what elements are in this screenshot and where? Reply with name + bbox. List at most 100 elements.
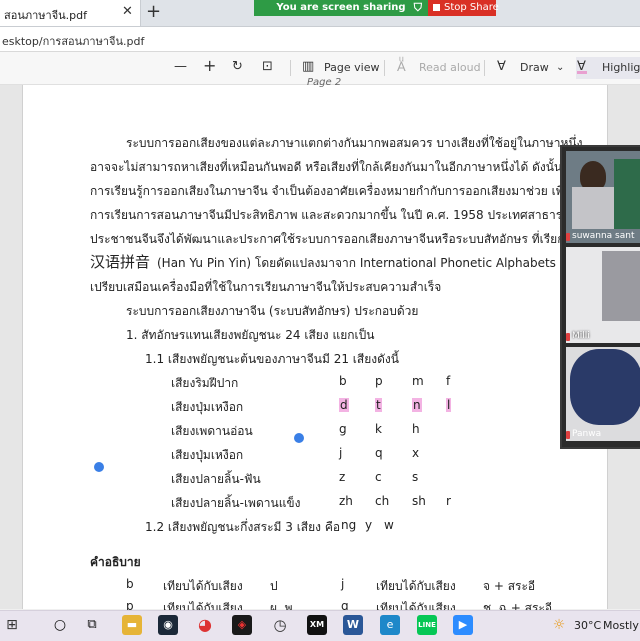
task-view-icon[interactable]: ⧉: [82, 615, 102, 635]
participant-name: suwanna sant: [572, 231, 635, 241]
video-participants-panel[interactable]: suwanna sant Milli Panwa: [560, 145, 640, 449]
consonant-letter: c: [375, 470, 382, 484]
semivowel-letter: ng: [341, 518, 357, 532]
pointer-dot: [94, 462, 104, 472]
weather-description[interactable]: Mostly c: [603, 619, 640, 632]
read-aloud-icon: Aͧ: [397, 60, 406, 75]
close-icon[interactable]: ✕: [122, 4, 133, 19]
rotate-icon[interactable]: ↻: [232, 59, 243, 74]
search-icon[interactable]: ○: [50, 615, 70, 635]
toolbar-divider: [384, 60, 385, 76]
consonant-letter: x: [412, 446, 420, 460]
paragraph-line: ระบบการออกเสียงภาษาจีน (ระบบสัทอักษร) ปร…: [126, 304, 419, 318]
steam-icon[interactable]: ◉: [158, 615, 178, 635]
fit-page-icon[interactable]: ⊡: [262, 59, 273, 74]
person-head: [570, 349, 640, 425]
person-body: [572, 187, 616, 229]
toolbar-divider: [484, 60, 485, 76]
xm-app-icon[interactable]: XM: [307, 615, 327, 635]
consonant-letter: m: [412, 374, 424, 388]
consonant-row-label: เสียงปลายลิ้น-เพดานแข็ง: [171, 496, 301, 510]
read-aloud-button[interactable]: Read aloud: [419, 61, 481, 74]
address-text[interactable]: esktop/การสอนภาษาจีน.pdf: [2, 32, 144, 50]
explanation-cell: b: [126, 577, 134, 591]
consonant-letter: z: [339, 470, 346, 484]
consonant-row-label: เสียงปุ่มเหงือก: [171, 448, 244, 462]
consonant-letter: h: [412, 422, 420, 436]
background-shelf: [614, 159, 640, 229]
page-view-icon: ▥: [302, 59, 315, 74]
windows-start-icon[interactable]: ⊞: [2, 615, 22, 635]
hanyu-pinyin-chinese: 汉语拼音: [90, 253, 151, 271]
background-object: [602, 251, 640, 321]
edge-icon[interactable]: e: [380, 615, 400, 635]
consonant-row-label: เสียงเพดานอ่อน: [171, 424, 253, 438]
mic-muted-icon: [566, 233, 570, 241]
chevron-down-icon[interactable]: ⌄: [556, 62, 564, 73]
paragraph-line: (Han Yu Pin Yin) โดยดัดแปลงมาจาก Interna…: [157, 256, 574, 270]
highlighted-consonant-letter: l: [446, 398, 452, 412]
browser-tab[interactable]: สอนภาษาจีน.pdf ✕: [0, 0, 141, 26]
consonant-row-label: เสียงปลายลิ้น-ฟัน: [171, 472, 261, 486]
list-item: 1.2 เสียงพยัญชนะกึ่งสระมี 3 เสียง คือ: [145, 520, 341, 534]
paragraph-line: การเรียนการสอนภาษาจีนมีประสิทธิภาพ และสะ…: [90, 208, 587, 222]
weather-icon: ☼: [549, 615, 569, 635]
highlighted-consonant-letter: d: [339, 398, 349, 412]
consonant-letter: p: [375, 374, 383, 388]
file-explorer-icon[interactable]: ▬: [122, 615, 142, 635]
consonant-letter: f: [446, 374, 451, 388]
consonant-letter: q: [375, 446, 383, 460]
game-app-icon[interactable]: ◈: [232, 615, 252, 635]
address-bar[interactable]: esktop/การสอนภาษาจีน.pdf: [0, 27, 640, 52]
draw-button[interactable]: Draw: [520, 61, 549, 74]
pdf-page: Page 2 ระบบการออกเสียงของแต่ละภาษาแตกต่า…: [22, 77, 608, 615]
tab-title: สอนภาษาจีน.pdf: [4, 9, 87, 22]
clock-app-icon[interactable]: ◷: [270, 615, 290, 635]
paragraph-line: ประชาชนจีนจึงได้พัฒนาและประกาศใช้ระบบการ…: [90, 232, 578, 246]
highlight-color-swatch: [577, 71, 587, 74]
paragraph-line: อาจจะไม่สามารถหาเสียงที่เหมือนกันพอดี หร…: [90, 160, 563, 174]
consonant-letter: k: [375, 422, 382, 436]
participant-video-tile[interactable]: Panwa: [566, 347, 640, 441]
consonant-row-label: เสียงปุ่มเหงือก: [171, 400, 244, 414]
pdf-viewer[interactable]: Page 2 ระบบการออกเสียงของแต่ละภาษาแตกต่า…: [0, 77, 640, 615]
explanation-cell: เทียบได้กับเสียง: [376, 579, 456, 593]
new-tab-button[interactable]: +: [146, 1, 161, 22]
screen-sharing-banner: You are screen sharing ⛉: [254, 0, 428, 16]
pointer-dot: [294, 433, 304, 443]
paragraph-line: ระบบการออกเสียงของแต่ละภาษาแตกต่างกันมาก…: [126, 136, 583, 150]
stop-share-button[interactable]: Stop Share: [428, 0, 499, 16]
mic-muted-icon: [566, 431, 570, 439]
semivowel-letter: w: [384, 518, 394, 532]
word-icon[interactable]: W: [343, 615, 363, 635]
toolbar-divider: [290, 60, 291, 76]
consonant-letter: b: [339, 374, 347, 388]
participant-name: Panwa: [572, 429, 602, 439]
participant-video-tile[interactable]: Milli: [566, 247, 640, 343]
paragraph-line: เปรียบเสมือนเครื่องมือที่ใช้ในการเรียนภา…: [90, 280, 442, 294]
highlighted-consonant-letter: n: [412, 398, 422, 412]
participant-name: Milli: [572, 331, 590, 341]
consonant-letter: zh: [339, 494, 353, 508]
explanation-cell: เทียบได้กับเสียง: [163, 579, 243, 593]
line-app-icon[interactable]: LINE: [417, 615, 437, 635]
consonant-row-label: เสียงริมฝีปาก: [171, 376, 239, 390]
page-label: Page 2: [307, 77, 342, 88]
semivowel-letter: y: [365, 518, 373, 532]
consonant-letter: j: [339, 446, 343, 460]
zoom-out-icon[interactable]: —: [174, 59, 187, 74]
page-view-button[interactable]: Page view: [324, 61, 379, 74]
chrome-icon[interactable]: ◕: [195, 615, 215, 635]
highlighted-consonant-letter: t: [375, 398, 382, 412]
list-item: 1. สัทอักษรแทนเสียงพยัญชนะ 24 เสียง แยกเ…: [126, 328, 375, 342]
consonant-letter: g: [339, 422, 347, 436]
browser-tab-bar: สอนภาษาจีน.pdf ✕ + You are screen sharin…: [0, 0, 640, 27]
consonant-letter: r: [446, 494, 451, 508]
zoom-app-icon[interactable]: ▶: [453, 615, 473, 635]
screen-sharing-text: You are screen sharing: [276, 2, 406, 13]
participant-video-tile[interactable]: suwanna sant: [566, 151, 640, 243]
zoom-in-icon[interactable]: +: [203, 56, 216, 75]
highlight-button[interactable]: ∀ Highligh: [576, 57, 640, 79]
weather-temperature[interactable]: 30°C: [574, 619, 601, 632]
shield-icon: ⛉: [413, 1, 422, 14]
